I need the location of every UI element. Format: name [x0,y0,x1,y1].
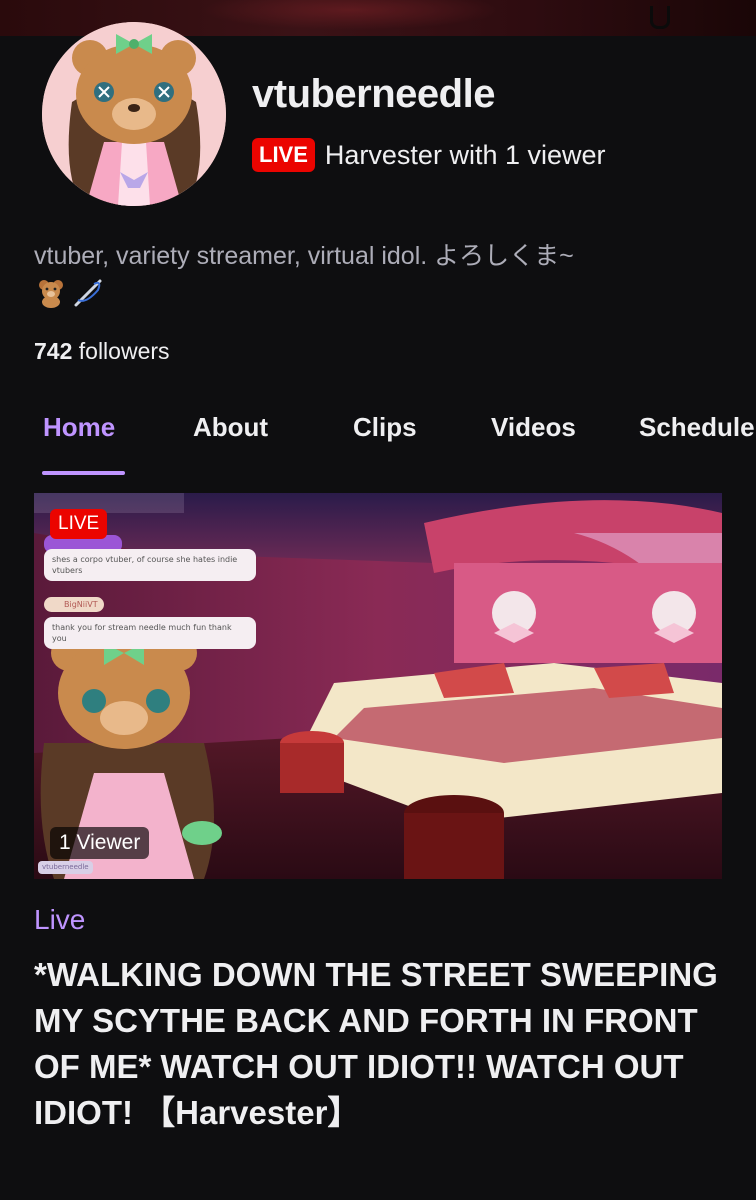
teddy-bear-emoji-icon [39,280,63,308]
channel-bio: vtuber, variety streamer, virtual idol. … [34,242,574,270]
followers-label: followers [78,338,170,364]
chat-message-text: thank you for stream needle much fun tha… [52,623,232,643]
chat-username-badge: BigNiiVT [44,597,104,612]
followers-number: 742 [34,338,73,364]
with-text: with [449,139,498,170]
tab-videos[interactable]: Videos [491,412,576,443]
live-badge: LIVE [252,138,315,172]
live-status-row: LIVE Harvester with 1 viewer [252,138,606,172]
preview-viewer-count: 1 Viewer [50,827,150,859]
stream-title[interactable]: *WALKING DOWN THE STREET SWEEPING MY SCY… [34,952,734,1136]
preview-live-badge: LIVE [50,509,108,539]
active-tab-indicator [42,471,125,475]
chat-username: BigNiiVT [64,600,98,609]
sewing-needle-emoji-icon [74,279,102,307]
game-name[interactable]: Harvester [325,140,442,170]
chat-message: thank you for stream needle much fun tha… [44,617,256,649]
bio-emojis [36,278,104,308]
overlay-channel-handle: vtuberneedle [38,861,93,874]
tab-clips[interactable]: Clips [353,412,417,443]
channel-name[interactable]: vtuberneedle [252,72,495,117]
stream-preview[interactable]: shes a corpo vtuber, of course she hates… [34,493,722,879]
viewer-count: 1 [504,139,521,170]
channel-tabs: Home About Clips Videos Schedule [0,408,756,478]
viewer-word: viewer [527,139,606,170]
tab-home[interactable]: Home [43,412,115,443]
followers-count: 742 followers [34,338,170,365]
stream-status-label: Live [34,904,86,935]
tab-schedule[interactable]: Schedule [639,412,755,443]
tab-about[interactable]: About [193,412,268,443]
chat-message: shes a corpo vtuber, of course she hates… [44,549,256,581]
channel-avatar[interactable] [42,22,226,206]
chat-message-text: shes a corpo vtuber, of course she hates… [52,555,238,575]
